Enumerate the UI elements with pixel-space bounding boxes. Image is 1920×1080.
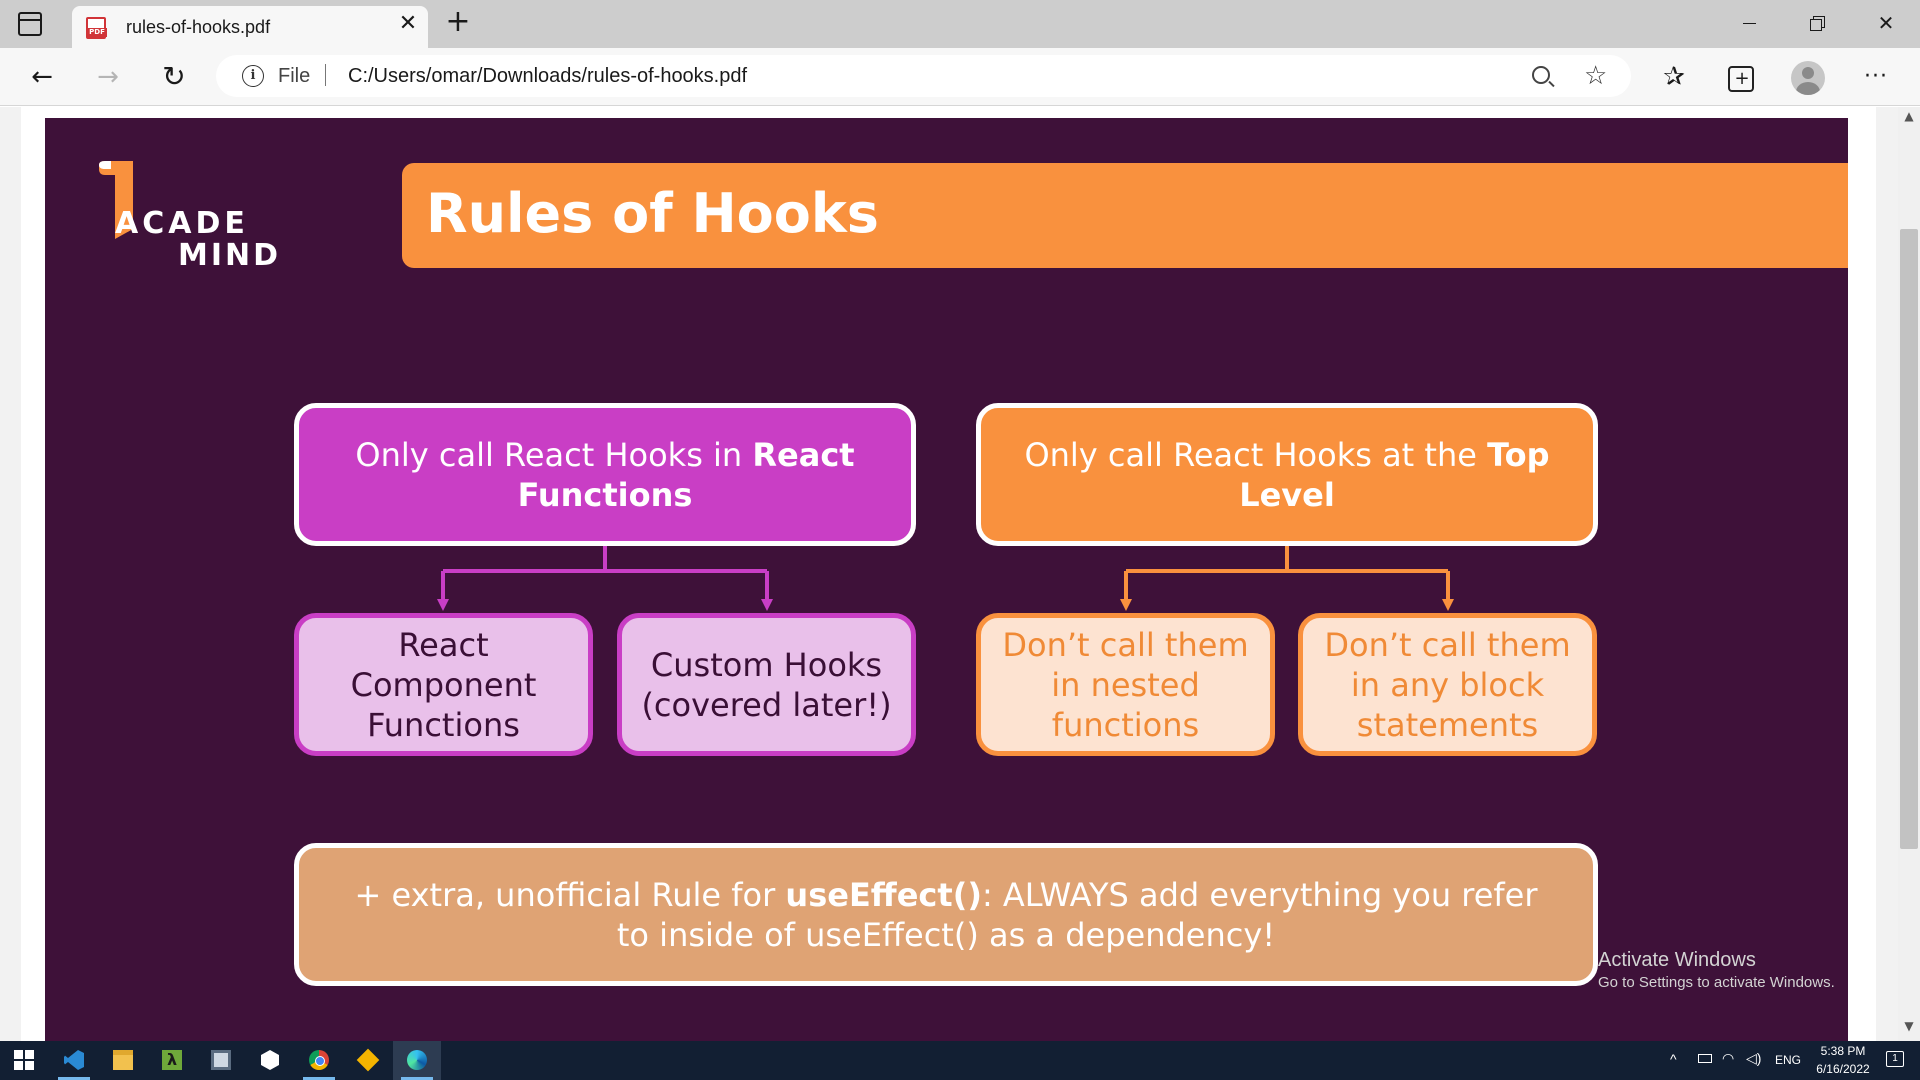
minimize-button[interactable] xyxy=(1729,8,1769,38)
info-icon[interactable]: i xyxy=(242,65,264,87)
tab-title: rules-of-hooks.pdf xyxy=(126,17,271,37)
subrule-text: Don’t call them in any block statements xyxy=(1324,625,1571,744)
navigation-bar: ← → ↻ i File C:/Users/omar/Downloads/rul… xyxy=(0,48,1920,106)
viewer-margin xyxy=(1876,107,1898,1041)
chrome-icon[interactable] xyxy=(295,1041,343,1080)
edge-icon[interactable] xyxy=(393,1041,441,1080)
git-icon[interactable] xyxy=(344,1041,392,1080)
subrule-custom-hooks: Custom Hooks (covered later!) xyxy=(617,613,916,756)
rule2-text: Only call React Hooks at the xyxy=(1024,435,1488,474)
new-tab-button[interactable]: + xyxy=(443,7,473,38)
tray-chevron-icon[interactable]: ^ xyxy=(1670,1051,1677,1067)
language-indicator[interactable]: ENG xyxy=(1775,1053,1801,1067)
terminal-icon[interactable] xyxy=(197,1041,245,1080)
start-icon[interactable] xyxy=(0,1041,48,1080)
subrule-text: Don’t call them in nested functions xyxy=(1002,625,1249,744)
pdf-viewer: ▲ ▼ ACADE MIND Rules of Hooks Only call … xyxy=(0,107,1920,1041)
activate-windows-watermark: Activate Windows Go to Settings to activ… xyxy=(1598,949,1835,991)
divider xyxy=(325,64,326,86)
rule1-text: Only call React Hooks in xyxy=(355,435,753,474)
battery-icon[interactable] xyxy=(1698,1054,1712,1063)
lambda-app-icon[interactable]: λ xyxy=(148,1041,196,1080)
wifi-icon[interactable]: ◠ xyxy=(1722,1050,1734,1067)
browser-tab-bar: rules-of-hooks.pdf ✕ + ✕ xyxy=(0,0,1920,48)
favorites-icon[interactable]: ✰ xyxy=(1656,60,1692,96)
subrule-component-functions: React Component Functions xyxy=(294,613,593,756)
volume-icon[interactable]: ◁) xyxy=(1746,1050,1761,1067)
vscode-icon[interactable] xyxy=(50,1041,98,1080)
address-bar[interactable]: i File C:/Users/omar/Downloads/rules-of-… xyxy=(216,55,1631,97)
slide-page: ACADE MIND Rules of Hooks Only call Reac… xyxy=(45,118,1848,1041)
extra-rule-useeffect: + extra, unofficial Rule for useEffect()… xyxy=(294,843,1598,986)
refresh-button[interactable]: ↻ xyxy=(156,60,192,96)
tab-close-icon[interactable]: ✕ xyxy=(396,12,420,36)
clock-time[interactable]: 5:38 PM xyxy=(1813,1044,1873,1058)
subrule-no-block-statements: Don’t call them in any block statements xyxy=(1298,613,1597,756)
viewer-margin xyxy=(0,107,21,1041)
file-explorer-icon[interactable] xyxy=(99,1041,147,1080)
clock-date[interactable]: 6/16/2022 xyxy=(1813,1062,1873,1076)
close-window-button[interactable]: ✕ xyxy=(1866,8,1906,38)
subrule-no-nested-functions: Don’t call them in nested functions xyxy=(976,613,1275,756)
pdf-icon xyxy=(86,17,107,39)
zoom-icon[interactable] xyxy=(1532,66,1550,84)
rule-react-functions: Only call React Hooks in React Functions xyxy=(294,403,916,546)
add-favorite-icon[interactable]: ☆ xyxy=(1584,61,1607,91)
scroll-down-icon[interactable]: ▼ xyxy=(1898,1019,1920,1037)
scroll-up-icon[interactable]: ▲ xyxy=(1898,109,1920,127)
vertical-scrollbar[interactable]: ▲ ▼ xyxy=(1898,107,1920,1041)
extra-rule-bold: useEffect() xyxy=(785,875,982,914)
url-text[interactable]: C:/Users/omar/Downloads/rules-of-hooks.p… xyxy=(348,65,747,88)
hexagon-app-icon[interactable] xyxy=(246,1041,294,1080)
tab-actions-icon[interactable] xyxy=(18,12,42,36)
more-menu-icon[interactable]: ··· xyxy=(1858,60,1894,96)
activate-windows-title: Activate Windows xyxy=(1598,949,1756,971)
collections-icon[interactable] xyxy=(1722,60,1758,96)
profile-avatar[interactable] xyxy=(1791,61,1825,95)
tab-active[interactable]: rules-of-hooks.pdf ✕ xyxy=(72,6,428,48)
scheme-label: File xyxy=(278,65,311,87)
windows-taskbar: λ ^ ◠ ◁) ENG 5:38 PM 6/16/2022 1 xyxy=(0,1041,1920,1080)
forward-button[interactable]: → xyxy=(90,60,126,96)
subrule-text: Custom Hooks (covered later!) xyxy=(641,645,892,724)
subrule-text: React Component Functions xyxy=(350,625,537,744)
activate-windows-subtitle: Go to Settings to activate Windows. xyxy=(1598,974,1835,991)
restore-button[interactable] xyxy=(1797,8,1837,38)
rule-top-level: Only call React Hooks at the Top Level xyxy=(976,403,1598,546)
notifications-icon[interactable]: 1 xyxy=(1886,1051,1904,1067)
extra-rule-prefix: + extra, unofficial Rule for xyxy=(354,875,786,914)
back-button[interactable]: ← xyxy=(24,60,60,96)
scrollbar-thumb[interactable] xyxy=(1900,229,1918,849)
